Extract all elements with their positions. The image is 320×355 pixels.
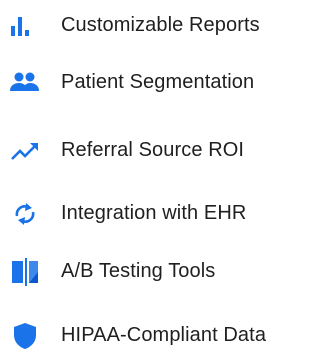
sync-icon [9,200,41,228]
feature-label: A/B Testing Tools [61,260,216,282]
trending-up-icon [9,137,41,165]
feature-label: Customizable Reports [61,14,260,36]
compare-icon [9,258,41,286]
people-icon [9,69,41,97]
list-item-ab-testing-tools: A/B Testing Tools [0,251,305,291]
list-item-referral-source-roi: Referral Source ROI [0,130,305,170]
feature-label: HIPAA-Compliant Data [61,324,267,346]
list-item-customizable-reports: Customizable Reports [0,5,305,45]
bar-chart-icon [9,12,41,40]
feature-label: Integration with EHR [61,202,247,224]
feature-label: Referral Source ROI [61,139,245,161]
list-item-integration-with-ehr: Integration with EHR [0,193,305,233]
list-item-hipaa-compliant-data: HIPAA-Compliant Data [0,315,305,355]
shield-icon [9,322,41,350]
list-item-patient-segmentation: Patient Segmentation [0,62,305,102]
feature-list: Customizable Reports Patient Segmentatio… [0,0,305,351]
feature-label: Patient Segmentation [61,71,255,93]
